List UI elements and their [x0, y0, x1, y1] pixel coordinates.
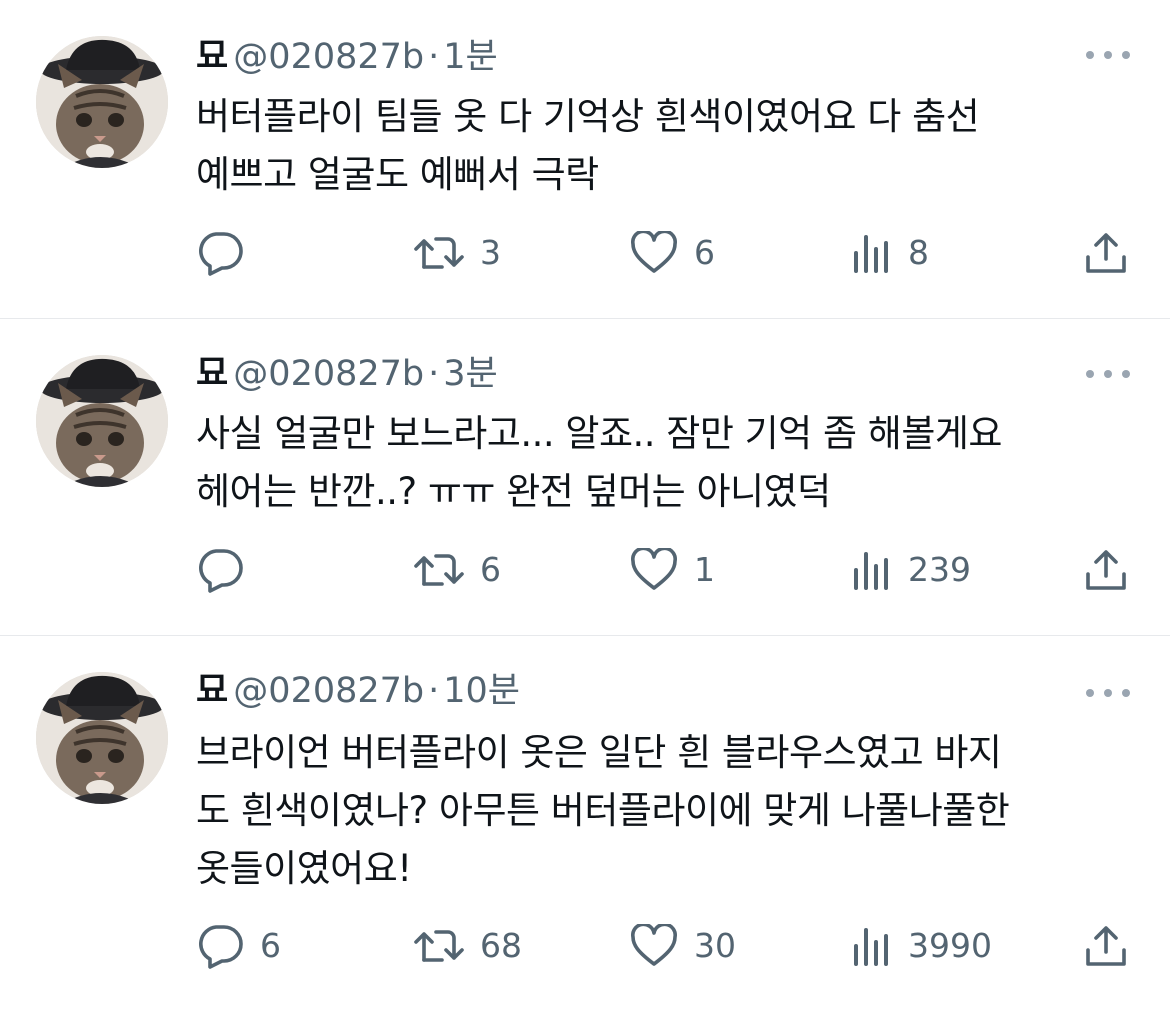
tweet-text: 브라이언 버터플라이 옷은 일단 흰 블라우스였고 바지 도 흰색이였나? 아무…	[196, 724, 1146, 898]
tweet-1[interactable]: 묘 @020827b · 1분 버터플라이 팀들 옷 다 기억상 흰색이였어요 다 …	[0, 0, 1170, 318]
reply-icon	[199, 232, 243, 276]
reply-count: 6	[260, 926, 281, 965]
tweet-actions: 6 68 30 3990	[0, 921, 1170, 971]
cat-avatar-image	[36, 355, 168, 487]
tweet-actions: 6 1 239	[0, 545, 1170, 595]
view-count: 3990	[908, 926, 992, 965]
more-options-icon[interactable]	[1084, 682, 1132, 702]
tweet-text-line: 사실 얼굴만 보느라고... 알죠.. 잠만 기억 좀 해볼게요	[196, 412, 1002, 455]
analytics-icon	[854, 235, 888, 273]
cat-avatar-image	[36, 36, 168, 168]
timestamp[interactable]: 1분	[443, 37, 497, 77]
display-name[interactable]: 묘	[196, 671, 228, 711]
display-name[interactable]: 묘	[196, 37, 228, 77]
analytics-icon	[854, 928, 888, 966]
retweet-button[interactable]: 6	[414, 545, 501, 595]
like-count: 6	[694, 233, 715, 272]
tweet-text-line: 브라이언 버터플라이 옷은 일단 흰 블라우스였고 바지	[196, 731, 1002, 774]
tweet-header: 묘 @020827b · 1분	[196, 34, 498, 80]
share-button[interactable]	[1084, 545, 1128, 595]
retweet-count: 6	[480, 550, 501, 589]
tweet-text-line: 도 흰색이였나? 아무튼 버터플라이에 맞게 나풀나풀한	[196, 789, 1010, 832]
heart-icon	[631, 231, 677, 273]
more-options-icon[interactable]	[1084, 363, 1132, 383]
views-button[interactable]: 8	[852, 228, 929, 278]
retweet-icon	[414, 554, 464, 586]
tweet-3[interactable]: 묘 @020827b · 10분 브라이언 버터플라이 옷은 일단 흰 블라우스였고…	[0, 636, 1170, 1017]
retweet-count: 3	[480, 233, 501, 272]
like-button[interactable]: 6	[630, 228, 715, 278]
separator-dot: ·	[428, 37, 440, 77]
more-options-icon[interactable]	[1084, 44, 1132, 64]
user-handle[interactable]: @020827b	[233, 37, 424, 77]
share-icon	[1086, 233, 1126, 273]
share-button[interactable]	[1084, 921, 1128, 971]
tweet-actions: 3 6 8	[0, 228, 1170, 278]
avatar[interactable]	[36, 355, 168, 487]
like-count: 1	[694, 550, 715, 589]
reply-icon	[199, 925, 243, 969]
like-button[interactable]: 30	[630, 921, 736, 971]
tweet-2[interactable]: 묘 @020827b · 3분 사실 얼굴만 보느라고... 알죠.. 잠만 기억 …	[0, 319, 1170, 635]
user-handle[interactable]: @020827b	[233, 671, 424, 711]
tweet-text-line: 버터플라이 팀들 옷 다 기억상 흰색이였어요 다 춤선	[196, 95, 980, 138]
like-button[interactable]: 1	[630, 545, 715, 595]
avatar[interactable]	[36, 672, 168, 804]
heart-icon	[631, 548, 677, 590]
display-name[interactable]: 묘	[196, 354, 228, 394]
retweet-icon	[414, 237, 464, 269]
reply-button[interactable]: 6	[196, 921, 281, 971]
tweet-header: 묘 @020827b · 3분	[196, 351, 498, 397]
tweet-text-line: 헤어는 반깐..? ㅠㅠ 완전 덮머는 아니였덕	[196, 470, 831, 513]
like-count: 30	[694, 926, 736, 965]
tweet-text: 버터플라이 팀들 옷 다 기억상 흰색이였어요 다 춤선 예쁘고 얼굴도 예뻐서…	[196, 88, 1146, 204]
tweet-header: 묘 @020827b · 10분	[196, 668, 520, 714]
share-icon	[1086, 550, 1126, 590]
retweet-icon	[414, 930, 464, 962]
separator-dot: ·	[428, 354, 440, 394]
avatar[interactable]	[36, 36, 168, 168]
cat-avatar-image	[36, 672, 168, 804]
views-button[interactable]: 239	[852, 545, 971, 595]
retweet-button[interactable]: 3	[414, 228, 501, 278]
view-count: 239	[908, 550, 971, 589]
share-icon	[1086, 926, 1126, 966]
analytics-icon	[854, 552, 888, 590]
timestamp[interactable]: 10분	[443, 671, 520, 711]
retweet-count: 68	[480, 926, 522, 965]
retweet-button[interactable]: 68	[414, 921, 522, 971]
share-button[interactable]	[1084, 228, 1128, 278]
timestamp[interactable]: 3분	[443, 354, 497, 394]
heart-icon	[631, 924, 677, 966]
reply-button[interactable]	[196, 545, 260, 595]
view-count: 8	[908, 233, 929, 272]
reply-icon	[199, 549, 243, 593]
separator-dot: ·	[428, 671, 440, 711]
tweet-text-line: 예쁘고 얼굴도 예뻐서 극락	[196, 153, 599, 196]
reply-button[interactable]	[196, 228, 260, 278]
views-button[interactable]: 3990	[852, 921, 992, 971]
tweet-text-line: 옷들이였어요!	[196, 847, 412, 890]
user-handle[interactable]: @020827b	[233, 354, 424, 394]
tweet-text: 사실 얼굴만 보느라고... 알죠.. 잠만 기억 좀 해볼게요 헤어는 반깐.…	[196, 405, 1146, 521]
